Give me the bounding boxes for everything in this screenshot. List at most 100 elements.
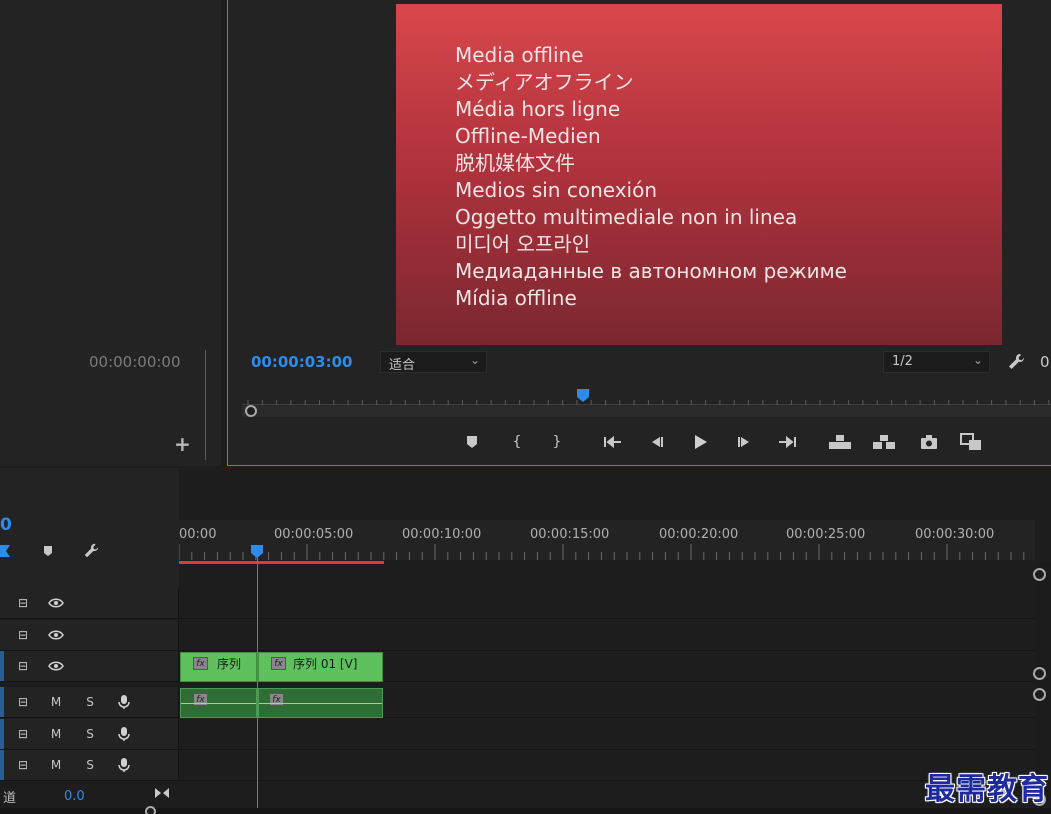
program-video-frame: Media offline メディアオフライン Média hors ligne… <box>396 4 1002 345</box>
comparison-view-icon <box>960 433 981 450</box>
audio-track-2: ⊟ M S <box>0 719 1035 750</box>
solo-button[interactable]: S <box>81 694 99 710</box>
program-mini-ruler[interactable] <box>242 390 1051 406</box>
offline-line: Offline-Medien <box>455 124 601 148</box>
volume-line[interactable] <box>181 703 256 704</box>
mute-button[interactable]: M <box>47 757 65 773</box>
mark-in-icon: { <box>512 434 522 450</box>
track-target-indicator[interactable] <box>0 687 4 717</box>
watermark: 最需教育 <box>925 772 1049 807</box>
extract-button[interactable] <box>872 430 896 454</box>
fit-dropdown[interactable]: 适合 ⌄ <box>380 351 487 373</box>
microphone-icon[interactable] <box>115 726 133 742</box>
program-playhead[interactable] <box>576 388 592 404</box>
offline-line: 脱机媒体文件 <box>455 151 575 175</box>
track-target-indicator[interactable] <box>0 651 4 681</box>
scrollbar-handle[interactable] <box>1033 568 1046 581</box>
video-track-3: ⊟ <box>0 588 1035 619</box>
scrollbar-handle[interactable] <box>145 806 156 814</box>
step-forward-button[interactable] <box>733 430 757 454</box>
resolution-dropdown[interactable]: 1/2 ⌄ <box>883 351 990 373</box>
go-to-in-button[interactable] <box>601 430 625 454</box>
horizontal-scrollbar[interactable] <box>0 808 1051 814</box>
toggle-sync-lock-icon[interactable]: ⊟ <box>14 726 32 742</box>
ruler-label: 00:00:05:00 <box>274 527 354 542</box>
extract-icon <box>873 435 895 449</box>
eye-icon[interactable] <box>47 595 65 611</box>
source-monitor-panel <box>0 0 221 466</box>
lift-button[interactable] <box>828 430 852 454</box>
program-timecode[interactable]: 00:00:03:00 <box>251 353 353 371</box>
source-divider <box>205 350 206 460</box>
clip-label: 序列 01 [V] <box>293 657 358 671</box>
go-to-end-icon[interactable] <box>154 785 170 799</box>
audio-clip[interactable]: fx <box>180 688 257 718</box>
camera-icon <box>921 435 937 449</box>
volume-line[interactable] <box>259 703 382 704</box>
step-back-icon <box>652 437 663 447</box>
add-marker-button[interactable] <box>460 430 484 454</box>
fx-badge: fx <box>271 657 286 670</box>
wrench-icon[interactable] <box>82 542 100 560</box>
solo-button[interactable]: S <box>81 726 99 742</box>
marker-icon <box>467 436 477 448</box>
video-track-2: ⊟ <box>0 620 1035 651</box>
video-track-1: ⊟ <box>0 651 1035 682</box>
scrollbar-handle[interactable] <box>1033 688 1046 701</box>
comparison-view-button[interactable] <box>959 430 983 454</box>
audio-track-1: ⊟ M S <box>0 687 1035 718</box>
toggle-sync-lock-icon[interactable]: ⊟ <box>14 627 32 643</box>
mark-out-icon: } <box>552 434 562 450</box>
microphone-icon[interactable] <box>115 757 133 773</box>
offline-line: 미디어 오프라인 <box>455 232 591 256</box>
play-button[interactable] <box>688 430 712 454</box>
mute-button[interactable]: M <box>47 694 65 710</box>
work-area-bar[interactable] <box>179 561 384 564</box>
go-to-out-icon <box>779 435 796 449</box>
ruler-label: 00:00:10:00 <box>402 527 482 542</box>
video-clip[interactable]: fx 序列 01 [V] <box>258 652 383 682</box>
eye-icon[interactable] <box>47 627 65 643</box>
track-target-indicator[interactable] <box>0 719 4 749</box>
timeline-playhead[interactable] <box>250 545 264 559</box>
ruler-label: 00:00:30:00 <box>915 527 995 542</box>
step-back-button[interactable] <box>644 430 668 454</box>
track-target-indicator[interactable] <box>0 750 4 780</box>
ruler-label: 00:00:15:00 <box>530 527 610 542</box>
toggle-sync-lock-icon[interactable]: ⊟ <box>14 595 32 611</box>
fx-badge: fx <box>193 693 208 706</box>
solo-button[interactable]: S <box>81 757 99 773</box>
snap-icon[interactable] <box>0 543 16 559</box>
ruler-label: 00:00:25:00 <box>786 527 866 542</box>
go-to-out-button[interactable] <box>775 430 799 454</box>
mark-in-button[interactable]: { <box>505 430 529 454</box>
go-to-in-icon <box>604 435 621 449</box>
ruler-label: 00:00:20:00 <box>659 527 739 542</box>
mark-out-button[interactable]: } <box>545 430 569 454</box>
mute-button[interactable]: M <box>47 726 65 742</box>
wrench-icon[interactable] <box>1006 352 1026 372</box>
chevron-down-icon: ⌄ <box>469 353 480 367</box>
audio-clip[interactable]: fx <box>258 688 383 718</box>
master-track-label: 道 <box>3 791 17 806</box>
eye-icon[interactable] <box>47 658 65 674</box>
timeline-playhead-line[interactable] <box>257 556 258 808</box>
add-button[interactable]: + <box>174 432 191 456</box>
video-clip[interactable]: fx 序列 <box>180 652 257 682</box>
resolution-dropdown-value: 1/2 <box>892 354 913 369</box>
export-frame-button[interactable] <box>917 430 941 454</box>
source-timecode[interactable]: 00:00:00:00 <box>89 353 181 371</box>
timeline-timecode[interactable]: 0 <box>0 515 12 535</box>
add-marker-icon[interactable] <box>41 543 55 557</box>
master-volume-value[interactable]: 0.0 <box>64 789 85 804</box>
toggle-sync-lock-icon[interactable]: ⊟ <box>14 658 32 674</box>
zoom-handle[interactable] <box>245 405 257 417</box>
step-forward-icon <box>738 437 749 447</box>
toggle-sync-lock-icon[interactable]: ⊟ <box>14 694 32 710</box>
scrollbar-handle[interactable] <box>1033 667 1046 680</box>
fx-badge: fx <box>193 657 208 670</box>
microphone-icon[interactable] <box>115 694 133 710</box>
toggle-sync-lock-icon[interactable]: ⊟ <box>14 757 32 773</box>
program-zoom-bar[interactable] <box>242 405 1051 417</box>
program-partial-label: 0 <box>1040 353 1050 371</box>
